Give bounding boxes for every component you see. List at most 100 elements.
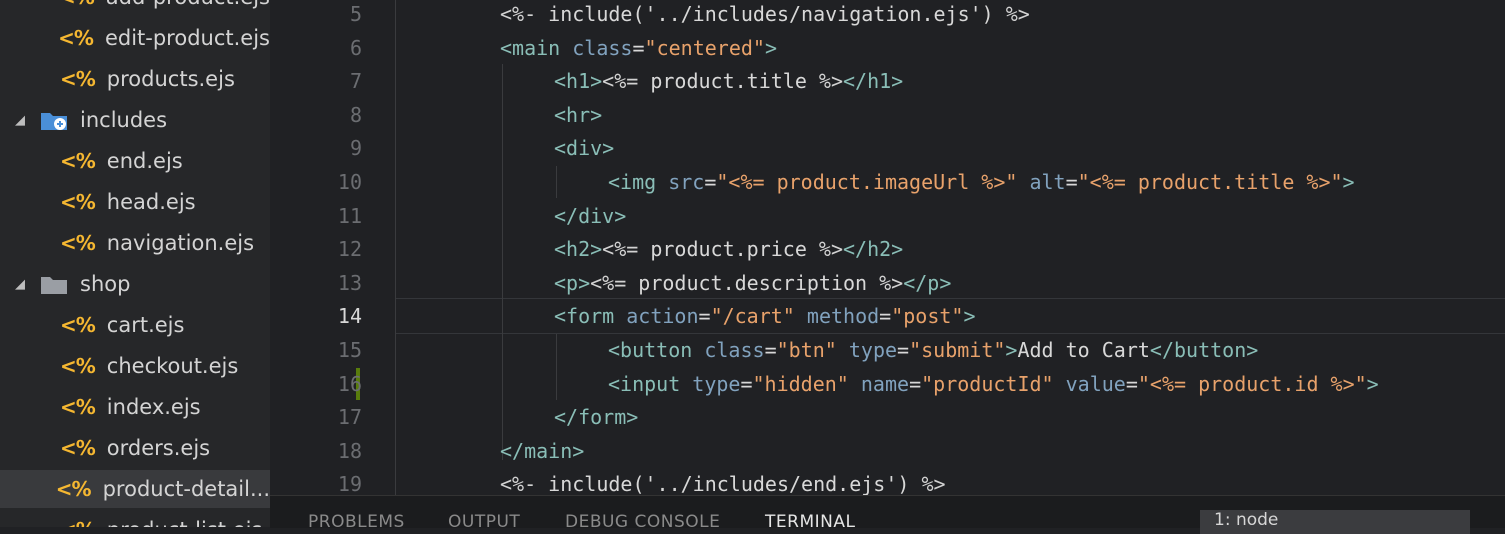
- code-token: product.title: [650, 69, 819, 94]
- code-token: %>: [879, 270, 904, 295]
- bottom-panel: PROBLEMS OUTPUT DEBUG CONSOLE TERMINAL 1…: [270, 495, 1505, 534]
- code-token: <div>: [554, 136, 615, 161]
- expand-caret-icon[interactable]: ◢: [10, 277, 30, 292]
- tree-item-includes[interactable]: ◢ includes: [0, 101, 270, 139]
- code-line[interactable]: </form>: [554, 405, 638, 429]
- tree-item-label: products.ejs: [106, 67, 235, 91]
- tree-item-checkout-ejs[interactable]: <% checkout.ejs: [0, 347, 270, 385]
- tree-item-product-detail[interactable]: <% product-detail...: [0, 470, 270, 508]
- ejs-file-icon: <%: [60, 313, 96, 337]
- code-line[interactable]: <h2><%= product.price %></h2>: [554, 237, 903, 261]
- tree-item-orders-ejs[interactable]: <% orders.ejs: [0, 429, 270, 467]
- code-token: "<%= product.title %>": [1077, 170, 1343, 194]
- code-line[interactable]: <div>: [554, 136, 614, 160]
- folder-icon: [41, 277, 67, 294]
- tree-item-label: checkout.ejs: [106, 354, 239, 378]
- code-line[interactable]: <h1><%= product.title %></h1>: [554, 69, 903, 93]
- code-token: <%=: [602, 69, 651, 94]
- tree-item-add-product-ejs[interactable]: <% add-product.ejs: [0, 0, 270, 16]
- code-token: type: [848, 338, 898, 362]
- code-line[interactable]: <form action="/cart" method="post">: [554, 304, 976, 328]
- code-line[interactable]: <hr>: [554, 103, 602, 127]
- code-line[interactable]: <img src="<%= product.imageUrl %>" alt="…: [608, 170, 1355, 194]
- tree-item-index-ejs[interactable]: <% index.ejs: [0, 388, 270, 426]
- code-token: =: [764, 338, 777, 362]
- code-token: include('../includes/navigation.ejs'): [548, 2, 1006, 26]
- code-token: </h1>: [843, 69, 904, 94]
- code-token: %>: [921, 472, 946, 495]
- line-number: 7: [349, 69, 362, 94]
- tree-item-products-ejs[interactable]: <% products.ejs: [0, 60, 270, 98]
- code-token: <form: [554, 304, 615, 329]
- tree-item-cart-ejs[interactable]: <% cart.ejs: [0, 306, 270, 344]
- code-line[interactable]: </div>: [554, 204, 626, 228]
- code-token: "post": [891, 304, 964, 329]
- ejs-file-icon: <%: [60, 354, 96, 378]
- tree-item-label: navigation.ejs: [106, 231, 255, 255]
- line-number: 17: [337, 405, 362, 430]
- code-token: =: [879, 304, 892, 329]
- line-number: 12: [337, 237, 362, 262]
- code-line[interactable]: <input type="hidden" name="productId" va…: [608, 372, 1379, 396]
- code-line[interactable]: <p><%= product.description %></p>: [554, 271, 951, 295]
- tree-item-label: index.ejs: [106, 395, 201, 419]
- tree-item-end-ejs[interactable]: <% end.ejs: [0, 142, 270, 180]
- ejs-file-icon: <%: [60, 149, 96, 173]
- ejs-file-icon: <%: [58, 26, 94, 50]
- tab-output[interactable]: OUTPUT: [448, 512, 520, 532]
- code-token: product.price: [650, 237, 819, 262]
- code-token: <%-: [500, 2, 549, 26]
- code-line[interactable]: </main>: [500, 439, 584, 463]
- ejs-file-icon: <%: [60, 436, 96, 460]
- tree-item-navigation-ejs[interactable]: <% navigation.ejs: [0, 224, 270, 262]
- tree-item-label: shop: [80, 272, 131, 296]
- tree-item-label: cart.ejs: [106, 313, 185, 337]
- line-number: 10: [337, 170, 362, 194]
- indent-guide: [556, 166, 557, 198]
- tree-item-shop[interactable]: ◢ shop: [0, 265, 270, 303]
- code-token: </h2>: [843, 237, 904, 262]
- code-token: <button: [608, 338, 693, 362]
- code-token: <hr>: [554, 102, 603, 127]
- ejs-file-icon: <%: [60, 190, 96, 214]
- tree-item-label: edit-product.ejs: [104, 26, 270, 50]
- code-token: <h2>: [554, 237, 603, 262]
- code-line[interactable]: <%- include('../includes/navigation.ejs'…: [500, 2, 1030, 26]
- code-token: %>: [818, 69, 844, 94]
- tree-item-label: end.ejs: [106, 149, 183, 173]
- code-token: <p>: [554, 270, 591, 295]
- line-number: 13: [337, 270, 362, 295]
- line-number: 14: [337, 304, 362, 329]
- ejs-file-icon: <%: [55, 477, 92, 501]
- indent-guide: [502, 64, 503, 460]
- tab-terminal[interactable]: TERMINAL: [765, 512, 855, 532]
- expand-caret-icon[interactable]: ◢: [10, 113, 30, 128]
- terminal-select[interactable]: 1: node: [1200, 510, 1470, 534]
- code-line[interactable]: <button class="btn" type="submit">Add to…: [608, 338, 1258, 362]
- code-token: <%-: [500, 472, 549, 495]
- tree-item-edit-product-ejs[interactable]: <% edit-product.ejs: [0, 19, 270, 57]
- code-token: src: [668, 170, 705, 194]
- tree-item-head-ejs[interactable]: <% head.ejs: [0, 183, 270, 221]
- code-token: value: [1065, 371, 1126, 396]
- code-token: class: [572, 35, 633, 60]
- line-number: 9: [349, 136, 362, 161]
- code-editor[interactable]: 5 6 7 8 9 10 11 12 13 14 15 16 17 18 19 <%- include('.…: [270, 0, 1505, 495]
- indent-guide: [395, 0, 396, 495]
- code-token: <h1>: [554, 69, 603, 94]
- tree-item-label: head.ejs: [106, 190, 196, 214]
- code-token: <main: [500, 35, 561, 60]
- tab-debug-console[interactable]: DEBUG CONSOLE: [565, 512, 720, 532]
- tree-item-product-list-ejs[interactable]: <% product-list.ejs: [0, 511, 270, 527]
- tab-problems[interactable]: PROBLEMS: [308, 512, 405, 532]
- line-number: 6: [349, 35, 362, 60]
- line-number: 15: [337, 338, 362, 362]
- code-line[interactable]: <main class="centered">: [500, 36, 777, 60]
- code-line[interactable]: <%- include('../includes/end.ejs') %>: [500, 472, 946, 495]
